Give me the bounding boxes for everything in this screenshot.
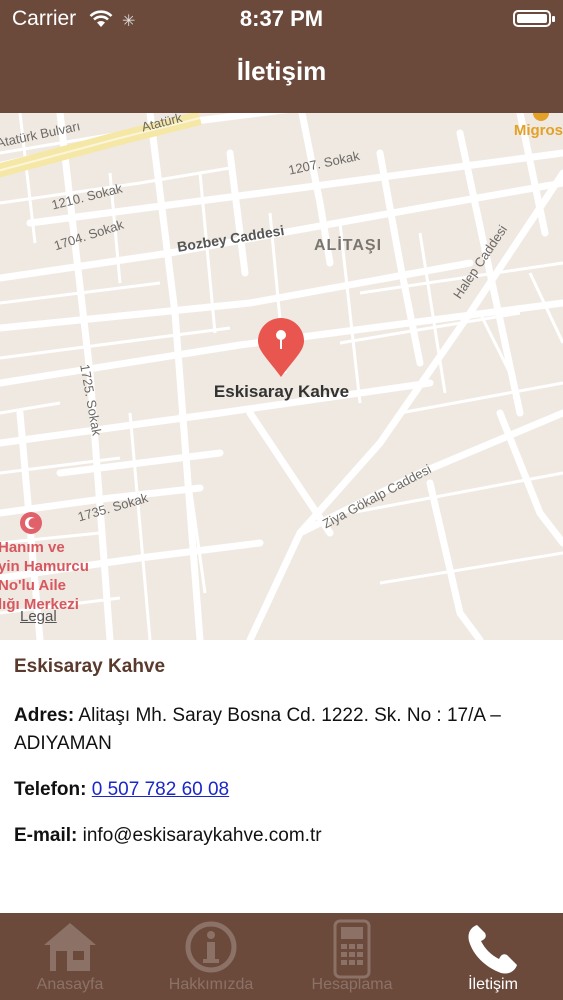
status-bar: Carrier ✳ 8:37 PM	[0, 0, 563, 40]
legal-link[interactable]: Legal	[20, 608, 57, 625]
address-value: Alitaşı Mh. Saray Bosna Cd. 1222. Sk. No…	[14, 705, 501, 754]
calculator-icon	[333, 919, 371, 979]
info-icon	[185, 921, 237, 973]
place-name: Eskisaray Kahve	[14, 656, 166, 677]
tab-label: Anasayfa	[36, 976, 104, 993]
neighborhood-label: ALİTAŞI	[314, 237, 383, 254]
map-pin-label: Eskisaray Kahve	[213, 382, 350, 401]
phone-row: Telefon: 0 507 782 60 08	[14, 776, 549, 804]
contact-info: Eskisaray Kahve Adres: Alitaşı Mh. Saray…	[14, 640, 549, 850]
tab-hakkimizda[interactable]: Hakkımızda	[141, 913, 281, 1000]
email-value: info@eskisaraykahve.com.tr	[82, 825, 322, 846]
tab-label: Hesaplama	[311, 976, 393, 993]
hospital-poi-icon	[20, 512, 42, 534]
battery-icon	[513, 10, 555, 27]
phone-label: Telefon:	[14, 779, 87, 800]
home-icon	[44, 923, 96, 971]
tab-iletisim[interactable]: İletişim	[423, 913, 563, 1000]
tab-label: İletişim	[468, 976, 518, 993]
clock: 8:37 PM	[239, 6, 324, 31]
tab-label: Hakkımızda	[168, 976, 254, 993]
address-row: Adres: Alitaşı Mh. Saray Bosna Cd. 1222.…	[14, 702, 549, 758]
poi-label-line: No'lu Aile	[0, 577, 67, 594]
tab-bar: Anasayfa Hakkımızda Hesaplama İletişim	[0, 913, 563, 1000]
phone-link[interactable]: 0 507 782 60 08	[92, 779, 229, 800]
nav-header: Carrier ✳ 8:37 PM İletişim	[0, 0, 563, 113]
poi-label-line: yin Hamurcu	[0, 558, 89, 575]
address-label: Adres:	[14, 705, 75, 726]
map-view[interactable]: Atatürk Bulvarı Atatürk 1207. Sokak 1210…	[0, 113, 563, 640]
tab-hesaplama[interactable]: Hesaplama	[282, 913, 422, 1000]
poi-label: Hanım ve yin Hamurcu No'lu Aile lığı Mer…	[0, 538, 89, 614]
tab-anasayfa[interactable]: Anasayfa	[0, 913, 140, 1000]
poi-label-line: Hanım ve	[0, 539, 65, 556]
map-pin-icon	[258, 318, 304, 377]
poi-brand-label: Migros	[513, 122, 563, 139]
email-label: E-mail:	[14, 825, 78, 846]
phone-icon	[468, 925, 517, 974]
page-title: İletişim	[236, 56, 327, 86]
email-row: E-mail: info@eskisaraykahve.com.tr	[14, 822, 549, 850]
